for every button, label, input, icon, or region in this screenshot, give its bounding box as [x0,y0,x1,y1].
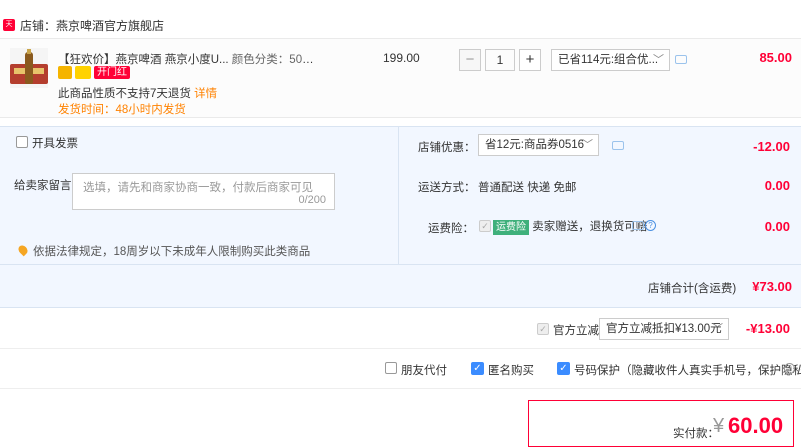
pay-currency: ¥ [713,415,725,437]
divider [0,388,801,389]
chat-icon[interactable] [612,141,624,150]
tmall-icon: 天猫 [3,19,15,40]
insurance-info: 运费险 卖家赠送，退换货可赔 [493,218,647,235]
details-link[interactable]: 详情 [194,88,217,100]
chevron-down-icon: ﹀ [712,323,723,335]
unit-price: 199.00 [383,51,420,65]
insurance-label: 运费险： [428,223,474,235]
invoice-checkbox[interactable] [16,136,28,148]
coupon-badge-icon [75,66,91,79]
no-return-text: 此商品性质不支持7天退货 [58,88,191,100]
insurance-text: 卖家赠送，退换货可赔 [532,221,648,233]
chat-icon[interactable] [632,221,644,230]
official-discount-value: 官方立减抵扣¥13.00元 [606,323,722,335]
help-icon[interactable]: ? [784,363,795,374]
store-discount-value: 省12元:商品券0516 [485,139,585,151]
product-badges: 开门红 [58,66,130,80]
product-thumbnail[interactable] [10,48,48,88]
insurance-tag: 运费险 [493,220,529,235]
beer-bottle-image [25,49,33,84]
invoice-label: 开具发票 [32,138,78,150]
delivery-label: 运送方式： [418,182,476,194]
law-notice: 依据法律规定，18周岁以下未成年人限制购买此类商品 [33,246,311,258]
store-name[interactable]: 店铺：燕京啤酒官方旗舰店 [20,17,164,34]
store-discount-select[interactable]: 省12元:商品券0516 ﹀ [478,134,599,156]
combo-discount-value: 已省114元:组合优... [558,54,659,66]
qty-minus-button[interactable]: − [459,49,481,71]
chat-icon[interactable] [675,55,687,64]
no-return-notice: 此商品性质不支持7天退货 详情 [58,85,217,101]
help-icon[interactable]: ? [645,220,656,231]
store-discount-label: 店铺优惠： [418,142,476,154]
product-title[interactable]: 【狂欢价】燕京啤酒 燕京小度U... 颜色分类：500ml*12瓶 [58,51,318,67]
number-protect-label: 号码保护（隐藏收件人真实手机号，保护隐私） [574,365,801,377]
store-total-label: 店铺合计(含运费) [648,283,737,295]
combo-discount-select[interactable]: 已省114元:组合优... ﹀ [551,49,670,71]
store-total-value: ¥73.00 [752,279,792,294]
chevron-down-icon: ﹀ [582,139,593,151]
official-discount-select[interactable]: 官方立减抵扣¥13.00元 ﹀ [599,318,729,340]
message-placeholder: 选填，请先和商家协商一致，付款后商家可见 [83,182,313,194]
qty-plus-button[interactable]: + [519,49,541,71]
divider [0,348,801,349]
pay-amount: 60.00 [728,413,784,438]
chevron-down-icon: ﹀ [653,54,664,66]
message-textarea[interactable]: 选填，请先和商家协商一致，付款后商家可见 0/200 [72,173,335,210]
official-discount-label: 官方立减 [553,325,599,337]
number-protect-checkbox[interactable]: ✓ [557,362,570,375]
anonymous-label: 匿名购买 [488,365,534,377]
product-title-text[interactable]: 【狂欢价】燕京啤酒 燕京小度U... [58,54,229,66]
official-discount-checkbox: ✓ [537,323,549,335]
payment-total-box: 实付款： ¥ 60.00 [528,400,794,447]
friend-pay-label: 朋友代付 [401,365,447,377]
message-counter: 0/200 [298,194,326,206]
anonymous-checkbox[interactable]: ✓ [471,362,484,375]
product-spec: 颜色分类：500ml*12瓶 [231,54,318,66]
ship-time: 发货时间：48小时内发货 [58,104,186,116]
insurance-amount: 0.00 [764,219,790,234]
qty-input[interactable]: 1 [485,49,515,71]
item-amount: 85.00 [759,50,792,65]
service-badge-icon [58,66,72,79]
friend-pay-checkbox[interactable] [385,362,397,374]
official-discount-amount: -¥13.00 [745,321,790,336]
insurance-checkbox: ✓ [479,220,491,232]
quantity-stepper: − 1 + [459,49,541,71]
delivery-value: 普通配送 快递 免邮 [478,182,577,194]
divider [398,127,399,264]
delivery-amount: 0.00 [764,178,790,193]
hot-badge: 开门红 [94,66,130,79]
divider [0,264,801,265]
store-discount-amount: -12.00 [753,139,790,154]
